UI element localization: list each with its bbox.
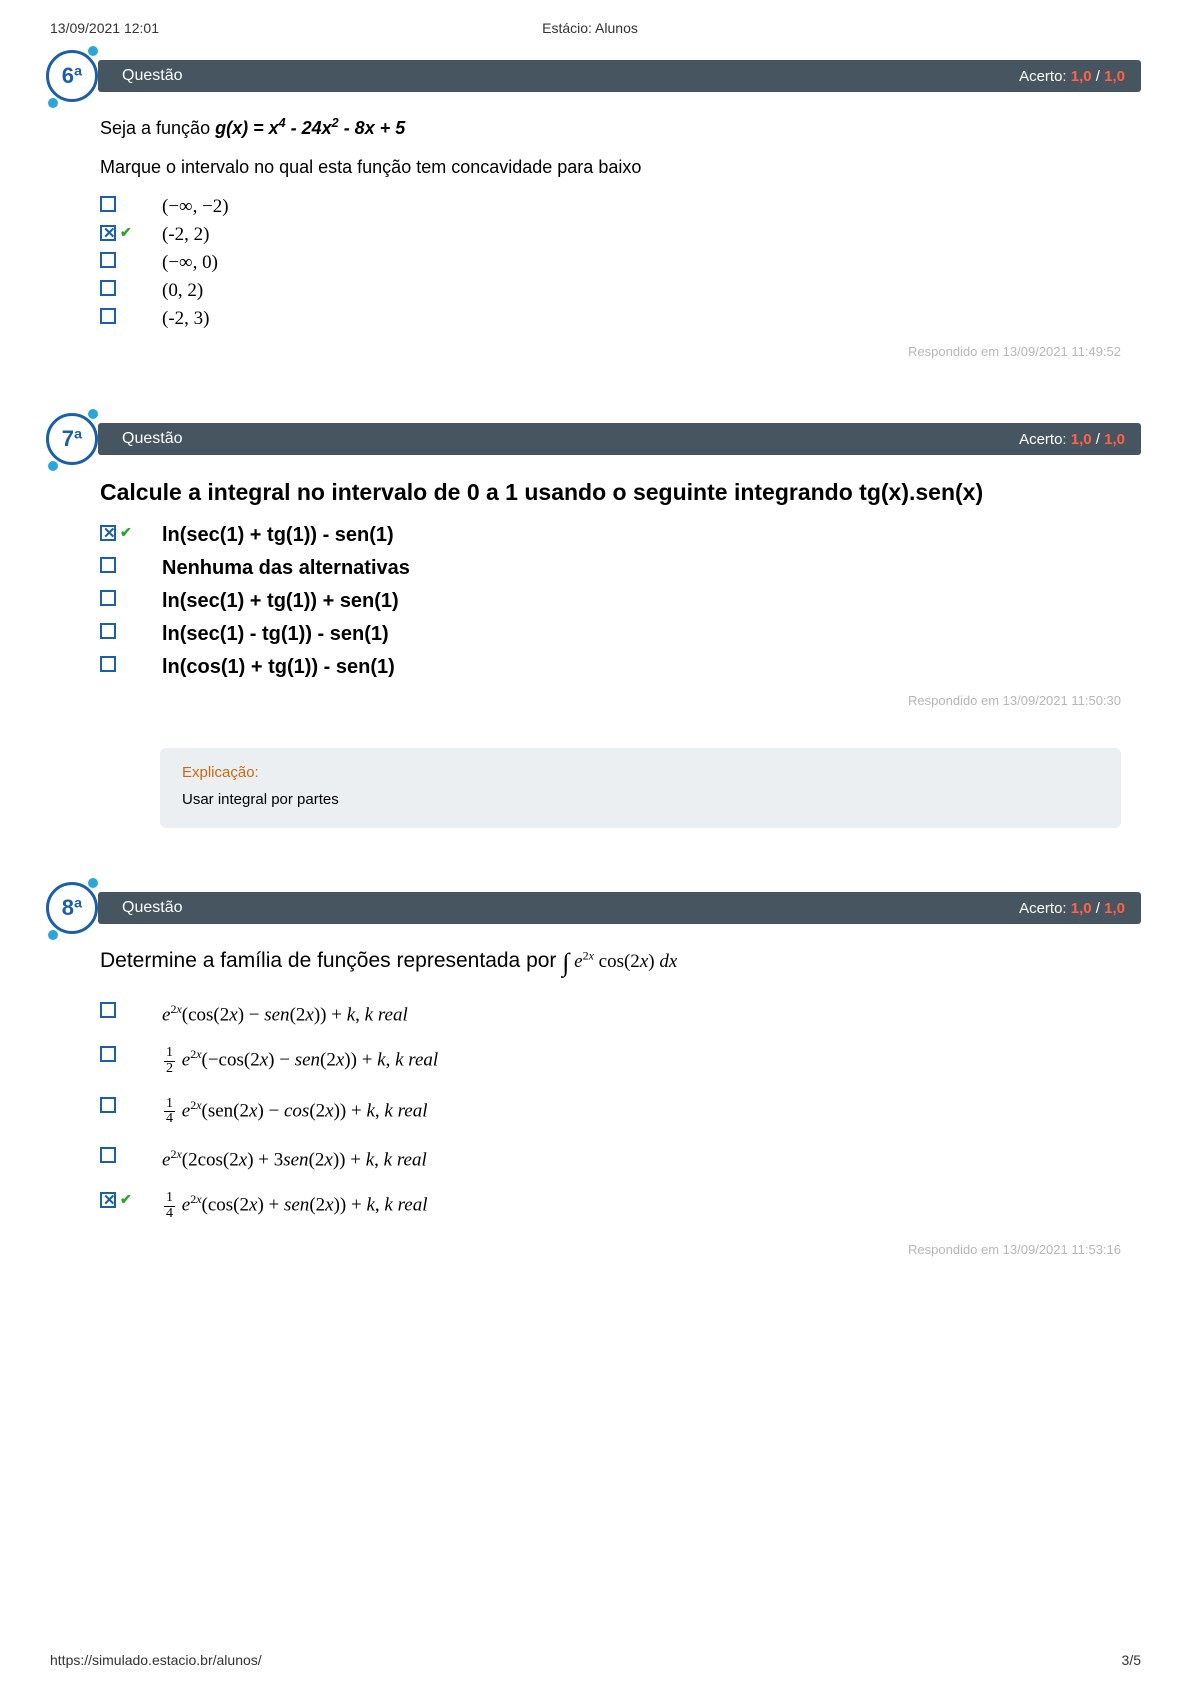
footer-page: 3/5 xyxy=(1122,1652,1141,1668)
question-number-badge: 8ª xyxy=(46,882,98,934)
question-prompt: Seja a função g(x) = x4 - 24x2 - 8x + 5 xyxy=(100,116,1121,139)
checkbox-icon[interactable] xyxy=(100,1046,116,1062)
checkbox-x-icon[interactable] xyxy=(100,225,116,241)
option[interactable]: e2x(2cos(2x) + 3sen(2x)) + k, k real xyxy=(100,1147,1121,1171)
checkbox-x-icon[interactable] xyxy=(100,525,116,541)
check-icon: ✔ xyxy=(120,1191,132,1208)
checkbox-icon[interactable] xyxy=(100,1097,116,1113)
footer-url: https://simulado.estacio.br/alunos/ xyxy=(50,1652,262,1668)
question-prompt-2: Marque o intervalo no qual esta função t… xyxy=(100,157,1121,178)
option-text: 14 e2x(sen(2x) − cos(2x)) + k, k real xyxy=(162,1097,427,1127)
options-list: (−∞, −2) ✔ (-2, 2) (−∞, 0) (0, 2) (-2, 3… xyxy=(100,196,1121,330)
option[interactable]: ln(sec(1) + tg(1)) + sen(1) xyxy=(100,590,1121,613)
question-bar: Questão Acerto: 1,0 / 1,0 xyxy=(98,423,1141,455)
checkbox-icon[interactable] xyxy=(100,557,116,573)
option-text: e2x(cos(2x) − sen(2x)) + k, k real xyxy=(162,1002,408,1026)
option[interactable]: (0, 2) xyxy=(100,280,1121,302)
checkbox-icon[interactable] xyxy=(100,1002,116,1018)
checkbox-icon[interactable] xyxy=(100,1147,116,1163)
question-bar: Questão Acerto: 1,0 / 1,0 xyxy=(98,892,1141,924)
option[interactable]: (−∞, 0) xyxy=(100,252,1121,274)
question-bar: Questão Acerto: 1,0 / 1,0 xyxy=(98,60,1141,92)
option-text: ln(cos(1) + tg(1)) - sen(1) xyxy=(162,656,395,679)
option[interactable]: (-2, 3) xyxy=(100,308,1121,330)
responded-at: Respondido em 13/09/2021 11:53:16 xyxy=(100,1242,1121,1257)
score-label: Acerto: 1,0 / 1,0 xyxy=(1019,900,1125,917)
option-text: e2x(2cos(2x) + 3sen(2x)) + k, k real xyxy=(162,1147,427,1171)
option[interactable]: e2x(cos(2x) − sen(2x)) + k, k real xyxy=(100,1002,1121,1026)
score-label: Acerto: 1,0 / 1,0 xyxy=(1019,431,1125,448)
options-list: e2x(cos(2x) − sen(2x)) + k, k real 12 e2… xyxy=(100,1002,1121,1222)
option-text: ln(sec(1) + tg(1)) - sen(1) xyxy=(162,524,394,547)
explanation-title: Explicação: xyxy=(182,764,1099,781)
option[interactable]: (−∞, −2) xyxy=(100,196,1121,218)
checkbox-icon[interactable] xyxy=(100,280,116,296)
option[interactable]: Nenhuma das alternativas xyxy=(100,557,1121,580)
question-number-badge: 7ª xyxy=(46,413,98,465)
option-text: 14 e2x(cos(2x) + sen(2x)) + k, k real xyxy=(162,1191,427,1221)
question-number-badge: 6ª xyxy=(46,50,98,102)
question-prompt: Calcule a integral no intervalo de 0 a 1… xyxy=(100,479,1121,506)
check-icon: ✔ xyxy=(120,524,132,541)
responded-at: Respondido em 13/09/2021 11:50:30 xyxy=(100,693,1121,708)
option-text: (0, 2) xyxy=(162,280,203,302)
option[interactable]: ✔ (-2, 2) xyxy=(100,224,1121,246)
option[interactable]: ln(sec(1) - tg(1)) - sen(1) xyxy=(100,623,1121,646)
option-text: Nenhuma das alternativas xyxy=(162,557,410,580)
print-timestamp: 13/09/2021 12:01 xyxy=(50,20,159,36)
option[interactable]: 14 e2x(sen(2x) − cos(2x)) + k, k real xyxy=(100,1097,1121,1127)
option-text: (−∞, 0) xyxy=(162,252,218,274)
option[interactable]: ✔ 14 e2x(cos(2x) + sen(2x)) + k, k real xyxy=(100,1191,1121,1221)
question-prompt: Determine a família de funções represent… xyxy=(100,948,1121,978)
responded-at: Respondido em 13/09/2021 11:49:52 xyxy=(100,344,1121,359)
options-list: ✔ ln(sec(1) + tg(1)) - sen(1) Nenhuma da… xyxy=(100,524,1121,679)
question-bar-label: Questão xyxy=(122,67,182,85)
question-7: 7ª Questão Acerto: 1,0 / 1,0 Calcule a i… xyxy=(50,419,1141,828)
checkbox-icon[interactable] xyxy=(100,308,116,324)
checkbox-x-icon[interactable] xyxy=(100,1192,116,1208)
option-text: (-2, 2) xyxy=(162,224,209,246)
check-icon: ✔ xyxy=(120,224,132,241)
checkbox-icon[interactable] xyxy=(100,656,116,672)
score-label: Acerto: 1,0 / 1,0 xyxy=(1019,68,1125,85)
option-text: ln(sec(1) + tg(1)) + sen(1) xyxy=(162,590,399,613)
option-text: (-2, 3) xyxy=(162,308,209,330)
option[interactable]: ✔ ln(sec(1) + tg(1)) - sen(1) xyxy=(100,524,1121,547)
option[interactable]: ln(cos(1) + tg(1)) - sen(1) xyxy=(100,656,1121,679)
page-header: 13/09/2021 12:01 Estácio: Alunos xyxy=(50,20,1141,36)
checkbox-icon[interactable] xyxy=(100,196,116,212)
checkbox-icon[interactable] xyxy=(100,252,116,268)
option[interactable]: 12 e2x(−cos(2x) − sen(2x)) + k, k real xyxy=(100,1046,1121,1076)
page-footer: https://simulado.estacio.br/alunos/ 3/5 xyxy=(50,1652,1141,1668)
doc-title: Estácio: Alunos xyxy=(542,20,638,36)
option-text: 12 e2x(−cos(2x) − sen(2x)) + k, k real xyxy=(162,1046,438,1076)
question-8: 8ª Questão Acerto: 1,0 / 1,0 Determine a… xyxy=(50,888,1141,1257)
checkbox-icon[interactable] xyxy=(100,623,116,639)
question-bar-label: Questão xyxy=(122,899,182,917)
explanation-body: Usar integral por partes xyxy=(182,791,1099,808)
option-text: ln(sec(1) - tg(1)) - sen(1) xyxy=(162,623,389,646)
option-text: (−∞, −2) xyxy=(162,196,229,218)
checkbox-icon[interactable] xyxy=(100,590,116,606)
integral-expression: ∫ e2x cos(2x) dx xyxy=(562,951,677,972)
explanation-box: Explicação: Usar integral por partes xyxy=(160,748,1121,828)
question-bar-label: Questão xyxy=(122,430,182,448)
question-6: 6ª Questão Acerto: 1,0 / 1,0 Seja a funç… xyxy=(50,56,1141,359)
function-expression: g(x) = x4 - 24x2 - 8x + 5 xyxy=(215,118,405,138)
